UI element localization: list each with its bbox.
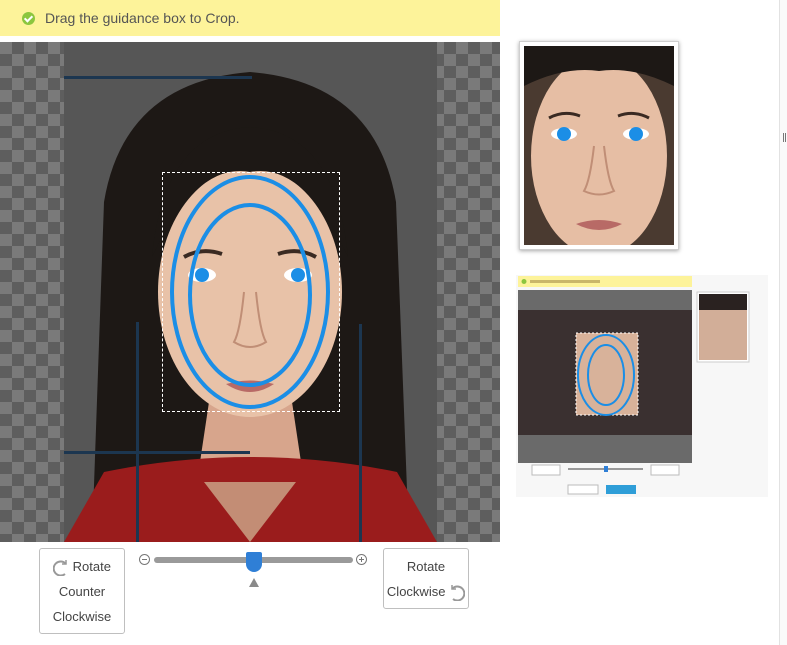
rotate-cw-label-line2: Clockwise	[386, 584, 446, 599]
rotate-cw-label-line1: Rotate	[406, 559, 446, 574]
instruction-illustration	[518, 276, 750, 495]
crop-stage[interactable]	[0, 42, 500, 542]
check-circle-icon	[22, 11, 35, 25]
guide-line-top	[64, 76, 252, 79]
rotate-cw-icon	[451, 584, 466, 601]
rotate-ccw-icon	[53, 559, 67, 576]
rotate-counter-clockwise-button[interactable]: Rotate Counter Clockwise	[39, 548, 125, 634]
guide-line-right	[359, 324, 362, 542]
rotate-ccw-label-line3: Clockwise	[52, 609, 112, 624]
zoom-slider-indicator	[248, 578, 259, 587]
zoom-in-icon[interactable]	[356, 554, 367, 565]
zoom-slider-handle[interactable]	[245, 552, 262, 572]
crop-guidance-box[interactable]	[162, 172, 340, 412]
scrollbar-grip-icon	[783, 133, 786, 142]
notice-text: Drag the guidance box to Crop.	[45, 10, 240, 26]
guide-line-bottom	[64, 451, 250, 454]
crop-preview	[519, 41, 679, 250]
preview-photo	[524, 46, 674, 245]
notice-bar: Drag the guidance box to Crop.	[0, 0, 500, 36]
zoom-out-icon[interactable]	[139, 554, 150, 565]
instruction-thumbnail	[516, 275, 768, 497]
page-scrollbar[interactable]	[779, 0, 787, 645]
rotate-ccw-label-line2: Counter	[58, 584, 106, 599]
rotate-ccw-label-line1: Rotate	[72, 559, 111, 574]
rotate-clockwise-button[interactable]: Rotate Clockwise	[383, 548, 469, 609]
guide-line-left	[136, 322, 139, 542]
